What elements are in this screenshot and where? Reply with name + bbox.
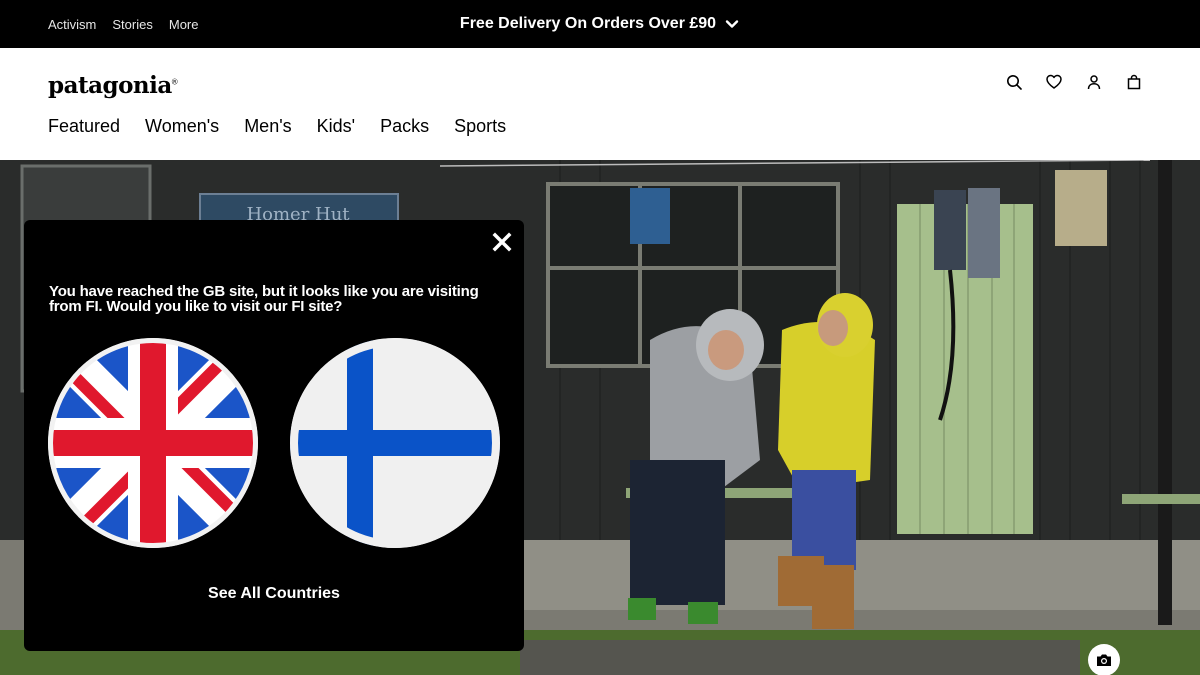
nav-packs[interactable]: Packs: [380, 116, 429, 137]
gb-flag-icon: [48, 338, 258, 548]
chevron-down-icon: [725, 20, 739, 28]
fi-flag-icon: [290, 338, 500, 548]
nav-womens[interactable]: Women's: [145, 116, 219, 137]
photo-credit-button[interactable]: [1088, 644, 1120, 675]
fi-flag-button[interactable]: [290, 338, 500, 548]
account-icon[interactable]: [1086, 74, 1102, 90]
see-all-countries-link[interactable]: See All Countries: [24, 585, 524, 603]
patagonia-logo[interactable]: patagonia®: [48, 72, 178, 99]
gb-flag-button[interactable]: [48, 338, 258, 548]
close-icon[interactable]: [492, 232, 512, 252]
nav-kids[interactable]: Kids': [317, 116, 355, 137]
camera-icon: [1097, 654, 1111, 666]
heart-icon[interactable]: [1046, 74, 1062, 90]
main-navigation: Featured Women's Men's Kids' Packs Sport…: [48, 116, 506, 137]
header-icons: [1006, 74, 1142, 90]
promo-text: Free Delivery On Orders Over £90: [459, 15, 717, 32]
site-header: patagonia® Featured Women's Men's Kids' …: [0, 48, 1200, 160]
search-icon[interactable]: [1006, 74, 1022, 90]
nav-sports[interactable]: Sports: [454, 116, 506, 137]
utility-bar: Activism Stories More Free Delivery On O…: [0, 0, 1200, 48]
site-redirect-message: You have reached the GB site, but it loo…: [49, 283, 479, 315]
country-selector-modal: You have reached the GB site, but it loo…: [24, 220, 524, 651]
nav-featured[interactable]: Featured: [48, 116, 120, 137]
bag-icon[interactable]: [1126, 74, 1142, 90]
free-delivery-banner[interactable]: Free Delivery On Orders Over £90: [0, 0, 1200, 48]
nav-mens[interactable]: Men's: [244, 116, 291, 137]
